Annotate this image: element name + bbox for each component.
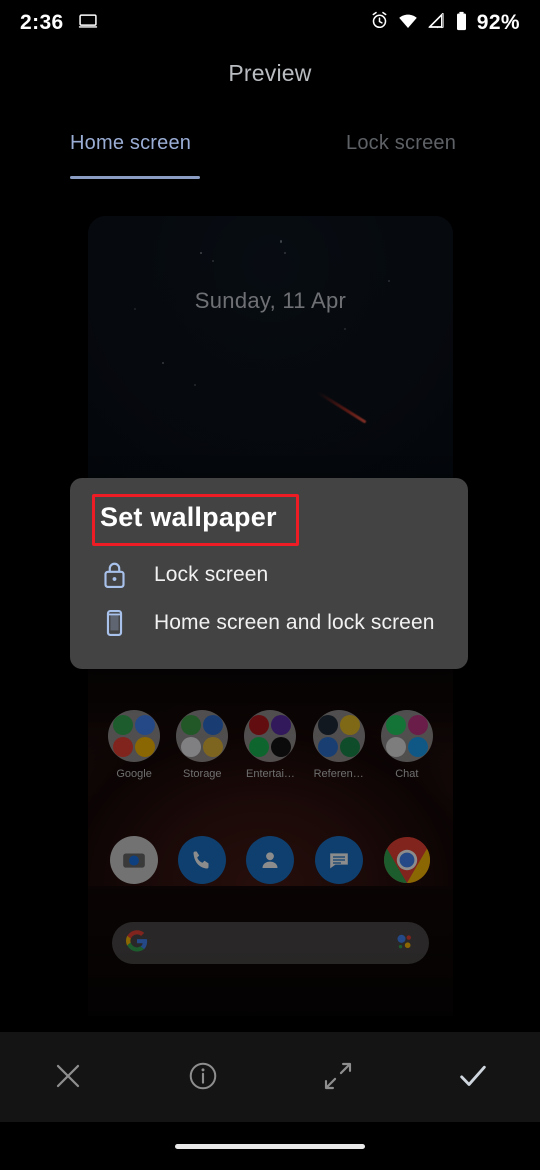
folder-label: Google <box>116 768 152 780</box>
apply-wallpaper-button[interactable] <box>405 1032 540 1122</box>
preview-date-label: Sunday, 11 Apr <box>194 288 347 313</box>
confirm-check-icon <box>456 1059 490 1096</box>
home-dock <box>88 836 453 884</box>
bottom-toolbar <box>0 1032 540 1122</box>
close-button[interactable] <box>0 1032 135 1122</box>
folder-label: Storage <box>183 768 222 780</box>
expand-icon <box>322 1060 354 1095</box>
phone-app-icon[interactable] <box>178 836 227 884</box>
home-folder[interactable]: Entertai… <box>241 710 299 780</box>
tab-active-indicator <box>70 176 200 179</box>
folder-icon-entertainment <box>244 710 297 762</box>
status-bar-left: 2:36 <box>20 11 98 36</box>
dialog-title: Set wallpaper <box>100 502 277 532</box>
contacts-app-icon[interactable] <box>246 836 295 884</box>
info-button[interactable] <box>135 1032 270 1122</box>
messages-app-icon[interactable] <box>314 836 363 884</box>
folder-label: Referen… <box>313 768 364 780</box>
info-icon <box>187 1060 219 1095</box>
phone-screen: 2:36 92% Preview Home screen Lock screen… <box>0 0 540 1170</box>
folder-icon-chat <box>380 710 433 762</box>
tab-home-screen[interactable]: Home screen <box>70 132 191 155</box>
battery-icon <box>455 11 468 36</box>
close-icon <box>52 1060 84 1095</box>
set-wallpaper-dialog: Set wallpaper Lock screen Home screen an… <box>70 478 468 669</box>
expand-preview-button[interactable] <box>270 1032 405 1122</box>
wallpaper-meteor <box>317 391 367 424</box>
google-search-bar[interactable] <box>112 922 429 964</box>
screen-cast-icon <box>78 11 98 36</box>
status-clock: 2:36 <box>20 11 64 34</box>
status-bar: 2:36 92% <box>0 0 540 46</box>
folder-icon-google <box>108 710 161 762</box>
home-folder[interactable]: Storage <box>173 710 231 780</box>
google-g-icon <box>126 929 148 957</box>
dialog-title-container: Set wallpaper <box>92 494 299 546</box>
lock-icon <box>96 560 132 590</box>
mobile-data-off-icon <box>427 11 446 35</box>
folder-label: Chat <box>395 768 419 780</box>
folder-icon-storage <box>176 710 229 762</box>
tab-lock-screen[interactable]: Lock screen <box>346 132 456 155</box>
wifi-icon <box>398 11 418 36</box>
smartphone-icon <box>96 608 132 638</box>
home-folder-row: Google Storage Entertai… Referen… Chat <box>88 710 453 780</box>
preview-tabs: Home screen Lock screen <box>0 132 540 182</box>
folder-icon-reference <box>312 710 365 762</box>
home-folder[interactable]: Chat <box>378 710 436 780</box>
home-gesture-pill[interactable] <box>175 1143 365 1149</box>
page-title: Preview <box>228 60 312 86</box>
home-folder[interactable]: Referen… <box>310 710 368 780</box>
menu-item-home-and-lock-screen[interactable]: Home screen and lock screen <box>70 599 468 647</box>
menu-item-label: Lock screen <box>154 563 269 587</box>
folder-label: Entertai… <box>246 768 295 780</box>
navigation-bar <box>0 1122 540 1170</box>
chrome-app-icon[interactable] <box>383 836 431 884</box>
home-folder[interactable]: Google <box>105 710 163 780</box>
alarm-icon <box>370 11 389 35</box>
battery-percent-label: 92% <box>476 11 520 34</box>
menu-item-label: Home screen and lock screen <box>154 611 435 635</box>
google-assistant-icon[interactable] <box>393 930 415 957</box>
status-bar-right: 92% <box>370 11 520 36</box>
camera-app-icon[interactable] <box>110 836 159 884</box>
menu-item-lock-screen[interactable]: Lock screen <box>70 551 468 599</box>
